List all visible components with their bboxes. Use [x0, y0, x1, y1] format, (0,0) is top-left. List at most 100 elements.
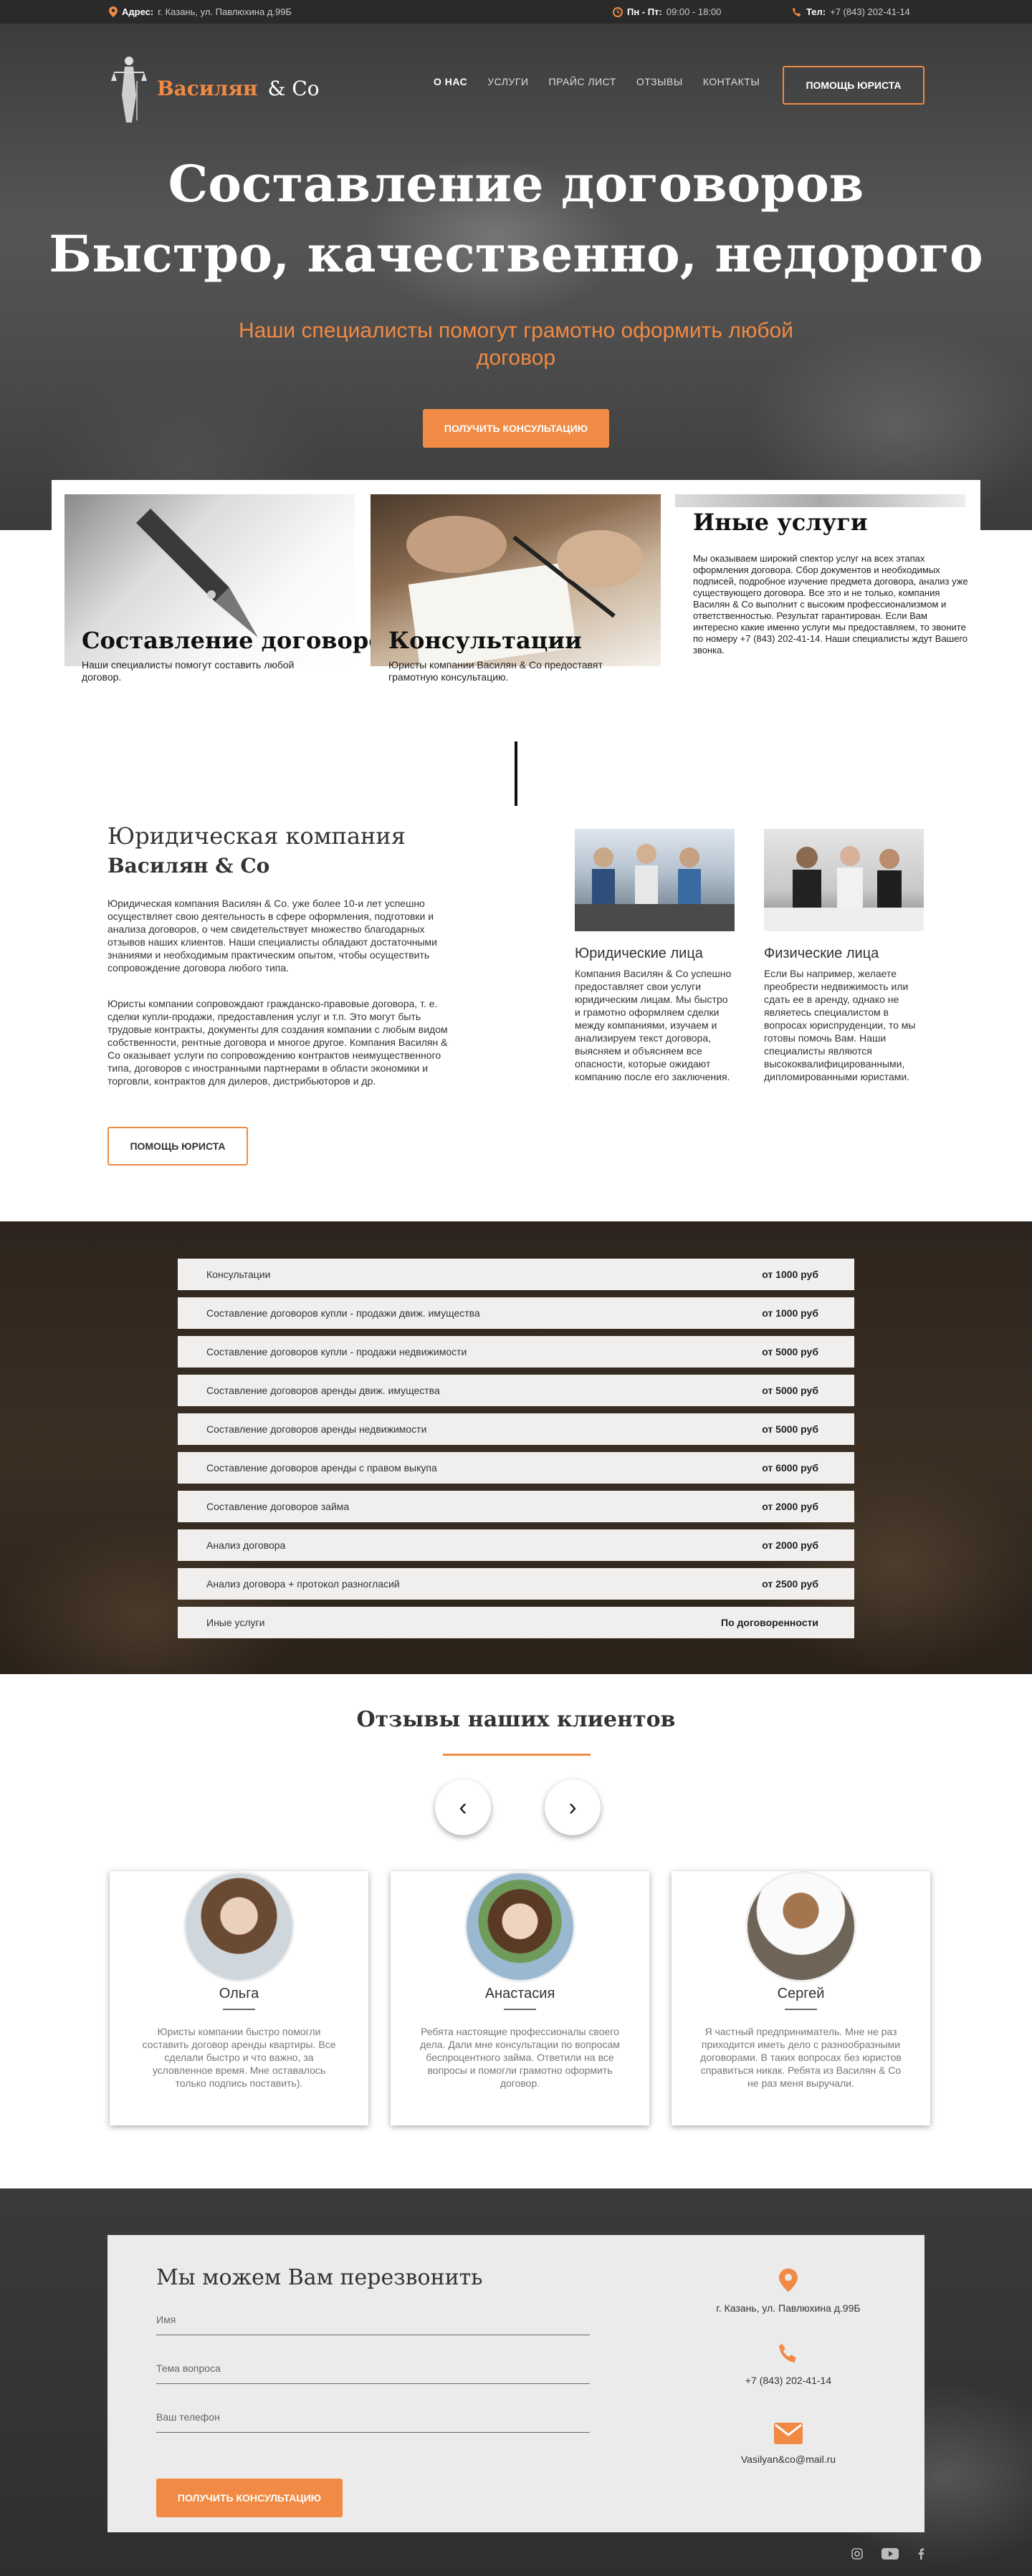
contact-phone-text[interactable]: +7 (843) 202-41-14 [681, 2375, 896, 2386]
review-separator [785, 2009, 817, 2010]
phone-label: Тел: [806, 6, 826, 17]
hero-title: Составление договоров Быстро, качественн… [0, 149, 1032, 289]
price-value: По договоренности [721, 1617, 818, 1628]
price-value: от 2000 руб [762, 1539, 818, 1551]
review-name: Ольга [219, 1986, 259, 2001]
about-company-name: Василян & Co [108, 854, 270, 878]
chevron-left-icon: ‹ [459, 1793, 467, 1821]
price-value: от 2000 руб [762, 1501, 818, 1512]
nav-price-list[interactable]: ПРАЙС ЛИСТ [549, 76, 616, 87]
review-separator [223, 2009, 255, 2010]
price-value: от 1000 руб [762, 1269, 818, 1280]
price-value: от 2500 руб [762, 1578, 818, 1590]
nav-about[interactable]: О НАС [434, 76, 467, 87]
contact-phone: +7 (843) 202-41-14 [681, 2342, 896, 2386]
review-name: Анастасия [484, 1986, 555, 2001]
instagram-icon[interactable] [851, 2548, 863, 2562]
price-row: Составление договоров аренды недвижимост… [178, 1413, 854, 1445]
clock-icon [613, 6, 623, 17]
location-pin-icon [779, 2268, 798, 2292]
price-service-name: Консультации [206, 1269, 271, 1280]
vertical-divider [515, 741, 517, 806]
price-value: от 1000 руб [762, 1307, 818, 1319]
contact-address: г. Казань, ул. Павлюхина д.99Б [681, 2267, 896, 2314]
reviews-title-underline [443, 1754, 591, 1756]
themis-statue-icon [111, 57, 147, 122]
facebook-icon[interactable] [917, 2548, 924, 2562]
card-text-other: Мы оказываем широкий спектор услуг на вс… [693, 553, 968, 655]
price-service-name: Составление договоров купли - продажи дв… [206, 1307, 480, 1319]
review-card: Сергей Я частный предприниматель. Мне не… [672, 1871, 930, 2125]
review-text: Я частный предприниматель. Мне не раз пр… [700, 2026, 902, 2089]
address-label: Адрес: [122, 6, 154, 17]
reviews-title: Отзывы наших клиентов [356, 1707, 676, 1732]
card-title-other: Иные услуги [693, 509, 868, 536]
hero-title-line-2: Быстро, качественно, недорого [49, 224, 983, 284]
phone-field[interactable]: Ваш телефон [156, 2404, 590, 2433]
price-row: Составление договоров аренды движ. имуще… [178, 1375, 854, 1406]
price-value: от 5000 руб [762, 1385, 818, 1396]
individuals-title: Физические лица [764, 946, 879, 961]
consultation-people-image [764, 846, 924, 931]
hours-text: 09:00 - 18:00 [666, 6, 722, 17]
individuals-text: Если Вы например, желаете преобрести нед… [764, 968, 916, 1082]
logo-name: Василян [157, 76, 258, 100]
callback-consultation-button[interactable]: ПОЛУЧИТЬ КОНСУЛЬТАЦИЮ [156, 2479, 343, 2517]
price-service-name: Составление договоров займа [206, 1501, 350, 1512]
other-services-image-strip [675, 494, 965, 507]
price-service-name: Составление договоров купли - продажи не… [206, 1346, 467, 1357]
nav-contacts[interactable]: КОНТАКТЫ [703, 76, 760, 87]
chevron-right-icon: › [568, 1793, 577, 1821]
price-row: Составление договоров займа от 2000 руб [178, 1491, 854, 1522]
contact-address-text: г. Казань, ул. Павлюхина д.99Б [716, 2302, 861, 2314]
price-service-name: Анализ договора + протокол разногласий [206, 1578, 400, 1590]
hero-title-line-1: Составление договоров [168, 154, 864, 213]
callback-title: Мы можем Вам перезвонить [156, 2265, 483, 2290]
review-card: Анастасия Ребята настоящие профессионалы… [391, 1871, 649, 2125]
review-card: Ольга Юристы компании быстро помогли сос… [110, 1871, 368, 2125]
service-cards: Составление договоров Наши специалисты п… [52, 480, 980, 709]
price-service-name: Составление договоров аренды недвижимост… [206, 1423, 427, 1435]
card-text-contracts: Наши специалисты помогут составить любой… [82, 659, 295, 683]
name-field[interactable]: Имя [156, 2307, 590, 2335]
nav-reviews[interactable]: ОТЗЫВЫ [636, 76, 683, 87]
price-row: Анализ договора + протокол разногласий от… [178, 1568, 854, 1600]
lawyer-help-button[interactable]: ПОМОЩЬ ЮРИСТА [783, 66, 924, 105]
topic-field[interactable]: Тема вопроса [156, 2355, 590, 2384]
callback-section: Мы можем Вам перезвонить Имя Тема вопрос… [0, 2188, 1032, 2576]
hero-subtitle: Наши специалисты помогут грамотно оформи… [239, 319, 793, 370]
contact-email-text[interactable]: Vasilyan&co@mail.ru [681, 2454, 896, 2465]
topbar-hours: Пн - Пт: 09:00 - 18:00 [613, 6, 721, 17]
about-lawyer-help-button[interactable]: ПОМОЩЬ ЮРИСТА [108, 1127, 248, 1166]
legal-entities-title: Юридические лица [575, 946, 703, 961]
reviews-prev-button[interactable]: ‹ [435, 1779, 491, 1835]
price-service-name: Составление договоров аренды с правом вы… [206, 1462, 437, 1474]
price-service-name: Анализ договора [206, 1539, 286, 1551]
price-service-name: Иные услуги [206, 1617, 265, 1628]
review-text: Ребята настоящие профессионалы своего де… [420, 2026, 620, 2089]
logo[interactable]: Василян & Co [111, 52, 320, 124]
main-nav: О НАС УСЛУГИ ПРАЙС ЛИСТ ОТЗЫВЫ КОНТАКТЫ [434, 76, 760, 87]
reviews-next-button[interactable]: › [545, 1779, 601, 1835]
topbar-address: Адрес: г. Казань, ул. Павлюхина д.99Б [109, 6, 292, 17]
hero-section: Василян & Co О НАС УСЛУГИ ПРАЙС ЛИСТ ОТЗ… [0, 24, 1032, 530]
hours-label: Пн - Пт: [627, 6, 662, 17]
logo-co: & Co [267, 76, 320, 100]
legal-entities-photo [575, 829, 735, 931]
avatar [464, 1871, 575, 1982]
card-text-consultations: Юристы компании Василян & Co предоставят… [388, 659, 603, 683]
price-value: от 5000 руб [762, 1423, 818, 1435]
youtube-icon[interactable] [882, 2548, 899, 2562]
price-list-section: Консультации от 1000 руб Составление догов… [0, 1221, 1032, 1674]
price-row: Составление договоров купли - продажи дв… [178, 1297, 854, 1329]
nav-services[interactable]: УСЛУГИ [487, 76, 528, 87]
office-team-image [575, 844, 735, 931]
price-value: от 6000 руб [762, 1462, 818, 1474]
individuals-photo [764, 829, 924, 931]
price-row: Составление договоров купли - продажи не… [178, 1336, 854, 1368]
get-consultation-button[interactable]: ПОЛУЧИТЬ КОНСУЛЬТАЦИЮ [423, 409, 609, 448]
price-row: Составление договоров аренды с правом вы… [178, 1452, 854, 1484]
price-value: от 5000 руб [762, 1346, 818, 1357]
phone-text[interactable]: +7 (843) 202-41-14 [830, 6, 910, 17]
price-row: Анализ договора от 2000 руб [178, 1529, 854, 1561]
